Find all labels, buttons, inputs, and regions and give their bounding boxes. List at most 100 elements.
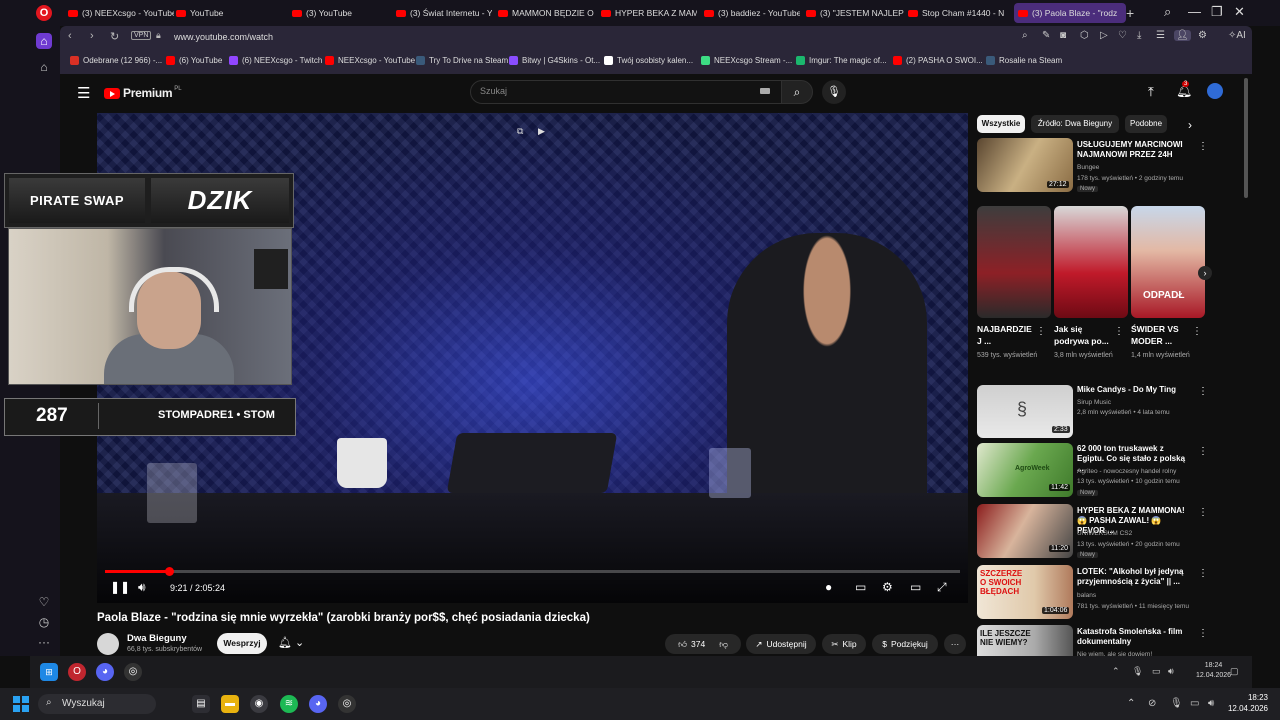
- maximize-button[interactable]: ❐: [1211, 4, 1223, 20]
- more-actions-button[interactable]: ···: [944, 634, 966, 654]
- search-button[interactable]: ⌕: [781, 80, 813, 104]
- notification-icon[interactable]: ▢: [1230, 666, 1239, 677]
- browser-tab[interactable]: (3) Świat Internetu - You: [396, 3, 492, 23]
- history-icon[interactable]: ◷: [36, 614, 52, 630]
- channel-name[interactable]: Sirup Music: [1077, 398, 1192, 407]
- filter-chip-all[interactable]: Wszystkie: [977, 115, 1025, 133]
- opera-logo-icon[interactable]: O: [36, 5, 52, 21]
- more-options-icon[interactable]: ⋮: [1036, 326, 1046, 337]
- discord-icon[interactable]: ◕: [309, 695, 327, 713]
- page-scrollbar[interactable]: [1244, 78, 1248, 198]
- browser-tab[interactable]: (3) baddiez - YouTube: [704, 3, 800, 23]
- video-thumbnail[interactable]: ILE JESZCZE NIE WIEMY?: [977, 625, 1073, 656]
- more-options-icon[interactable]: ⋮: [1198, 568, 1208, 579]
- video-title[interactable]: Mike Candys - Do My Ting: [1077, 385, 1187, 395]
- bookmark-item[interactable]: Try To Drive na Steam: [416, 56, 508, 65]
- browser-tab[interactable]: (3) YouTube: [292, 3, 392, 23]
- bookmark-item[interactable]: (6) YouTube: [166, 56, 222, 65]
- minimize-button[interactable]: —: [1188, 4, 1201, 19]
- channel-name[interactable]: Dwa Bieguny: [127, 633, 187, 644]
- autoplay-toggle-icon[interactable]: ●: [825, 580, 832, 594]
- heart-icon[interactable]: ♡: [1118, 30, 1127, 41]
- more-options-icon[interactable]: ⋮: [1114, 326, 1124, 337]
- browser-tab[interactable]: (3) "JESTEM NAJLEPSZY: [806, 3, 904, 23]
- more-options-icon[interactable]: ⋮: [1198, 507, 1208, 518]
- youtube-logo[interactable]: Premium PL: [104, 86, 182, 100]
- support-button[interactable]: Wesprzyj: [217, 633, 267, 654]
- chrome-icon[interactable]: ◉: [250, 695, 268, 713]
- search-icon[interactable]: ⌕: [1022, 30, 1028, 41]
- more-options-icon[interactable]: ⋮: [1198, 141, 1208, 152]
- browser-tab[interactable]: HYPER BEKA Z MAMMO: [601, 3, 697, 23]
- thanks-button[interactable]: $ Podziękuj: [872, 634, 938, 654]
- search-input[interactable]: Szukaj: [480, 86, 507, 96]
- subscription-bell-icon[interactable]: 🔔︎ ⌄: [278, 636, 304, 649]
- pause-icon[interactable]: ❚❚: [110, 580, 130, 594]
- microphone-icon[interactable]: 🎙︎: [1132, 666, 1143, 677]
- settings-icon[interactable]: ⚙: [1198, 30, 1207, 41]
- file-explorer-icon[interactable]: ▬: [221, 695, 239, 713]
- windows-start-icon[interactable]: ⊞: [40, 663, 58, 681]
- tray-expand-icon[interactable]: ⌃: [1112, 666, 1120, 677]
- player-icon[interactable]: ▷: [1100, 30, 1108, 41]
- heart-icon[interactable]: ♡: [36, 594, 52, 610]
- bookmark-item[interactable]: NEEXcsgo Stream -...: [701, 56, 792, 65]
- search-box[interactable]: [470, 80, 782, 104]
- display-icon[interactable]: ▭: [1190, 698, 1199, 709]
- spotify-icon[interactable]: ≋: [280, 695, 298, 713]
- bookmark-item[interactable]: Twój osobisty kalen...: [604, 56, 693, 65]
- short-thumbnail[interactable]: [1054, 206, 1128, 318]
- discord-icon[interactable]: ◕: [96, 663, 114, 681]
- filter-chip-similar[interactable]: Podobne: [1125, 115, 1167, 133]
- volume-icon[interactable]: 🔊︎: [138, 580, 146, 595]
- browser-tab[interactable]: Stop Cham #1440 - Niel: [908, 3, 1004, 23]
- ai-icon[interactable]: ✧AI: [1228, 30, 1246, 41]
- thumbs-up-icon[interactable]: 👍︎: [678, 639, 687, 650]
- subtitles-icon[interactable]: ▭: [855, 580, 866, 594]
- camera-icon[interactable]: ◙: [1060, 30, 1066, 41]
- obs-icon[interactable]: ◎: [124, 663, 142, 681]
- bookmark-item[interactable]: Imgur: The magic of...: [796, 56, 887, 65]
- cast-icon[interactable]: ▶: [538, 126, 545, 137]
- channel-name[interactable]: Agriteo - nowoczesny handel rolny: [1077, 467, 1192, 476]
- video-progress-bar[interactable]: [105, 570, 960, 573]
- tray-expand-icon[interactable]: ⌃: [1127, 698, 1135, 709]
- like-dislike-button[interactable]: 👍︎ 374 👎︎: [665, 634, 741, 654]
- obs-icon[interactable]: ◎: [338, 695, 356, 713]
- more-options-icon[interactable]: ⋮: [1192, 326, 1202, 337]
- bookmark-item[interactable]: Odebrane (12 966) -...: [70, 56, 162, 65]
- thumbs-down-icon[interactable]: 👎︎: [719, 639, 728, 650]
- volume-icon[interactable]: 🔊︎: [1208, 698, 1214, 709]
- taskbar-search-label[interactable]: Wyszukaj: [62, 698, 105, 709]
- forward-button[interactable]: ›: [90, 30, 94, 42]
- shorts-next-icon[interactable]: ›: [1198, 266, 1212, 280]
- microphone-icon[interactable]: 🎙︎: [1170, 698, 1183, 709]
- video-title[interactable]: Katastrofa Smoleńska - film dokumentalny: [1077, 627, 1187, 647]
- account-avatar[interactable]: [1207, 83, 1223, 99]
- reload-button[interactable]: ↻: [110, 30, 119, 43]
- clip-button[interactable]: ✂ Klip: [822, 634, 866, 654]
- download-icon[interactable]: ⤓: [1137, 30, 1141, 41]
- short-thumbnail[interactable]: ODPADŁ: [1131, 206, 1205, 318]
- bookmark-item[interactable]: Bitwy | G4Skins - Ot...: [509, 56, 600, 65]
- pin-icon[interactable]: ⌂: [36, 59, 52, 75]
- bookmark-item[interactable]: NEEXcsgo - YouTube: [325, 56, 415, 65]
- edit-icon[interactable]: ✎: [1042, 30, 1050, 41]
- channel-name[interactable]: UNIWERSUM CS2: [1077, 529, 1192, 538]
- bookmark-item[interactable]: (6) NEEXcsgo - Twitch: [229, 56, 322, 65]
- profile-icon[interactable]: 👤︎: [1174, 30, 1191, 41]
- more-icon[interactable]: ···: [36, 634, 52, 650]
- opera-gx-icon[interactable]: O: [68, 663, 86, 681]
- bookmark-item[interactable]: (2) PASHA O SWOI...: [893, 56, 983, 65]
- windows-start-button[interactable]: [13, 696, 29, 712]
- theater-mode-icon[interactable]: ▭: [910, 580, 921, 594]
- url-field[interactable]: www.youtube.com/watch: [174, 32, 273, 42]
- microphone-icon[interactable]: 🎙︎: [822, 80, 846, 104]
- display-icon[interactable]: ▭: [1152, 666, 1161, 677]
- vpn-badge[interactable]: VPN: [131, 31, 152, 40]
- fullscreen-icon[interactable]: ⤢: [937, 580, 947, 595]
- settings-gear-icon[interactable]: ⚙: [882, 580, 893, 594]
- upload-icon[interactable]: ⤒: [1148, 84, 1154, 100]
- video-title[interactable]: LOTEK: "Alkohol był jedyną przyjemnością…: [1077, 567, 1187, 587]
- more-options-icon[interactable]: ⋮: [1198, 386, 1208, 397]
